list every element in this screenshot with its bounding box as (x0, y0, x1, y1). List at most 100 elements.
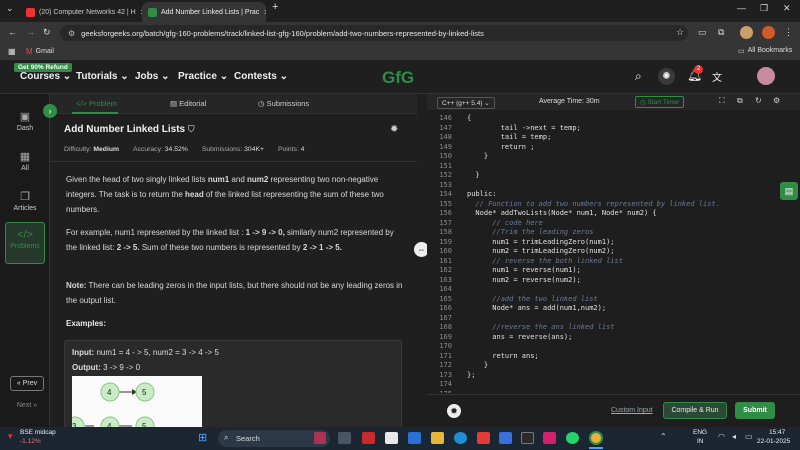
collapse-rail-icon[interactable]: › (43, 104, 57, 118)
bookmark-star-icon[interactable]: ☆ (676, 27, 684, 38)
bookmark-icon[interactable]: ⛉ (188, 124, 195, 134)
search-highlight-icon[interactable] (314, 432, 326, 444)
windows-start-icon[interactable]: ⊞ (198, 431, 207, 444)
code-line[interactable]: tail ->next = temp; (467, 124, 581, 132)
browser-tab-gfg[interactable]: Add Number Linked Lists | Prac ✕ (142, 2, 266, 22)
theme-toggle-icon[interactable]: ✺ (658, 68, 675, 85)
maximize-icon[interactable]: ❐ (760, 3, 768, 14)
code-comment-line[interactable]: //reverse the ans linked list (467, 323, 614, 331)
copy-code-icon[interactable]: ⧉ (737, 96, 743, 106)
files-app-icon[interactable] (385, 432, 398, 444)
mcafee-app-icon[interactable] (362, 432, 375, 444)
translate-icon[interactable]: 文 (712, 69, 722, 84)
rail-item-problems[interactable]: </> Problems (5, 222, 45, 264)
code-comment-line[interactable]: // reverse the both linked list (467, 257, 623, 265)
terminal-app-icon[interactable] (521, 432, 534, 444)
keyboard-language[interactable]: ENG (693, 429, 707, 436)
code-comment-line[interactable]: // code here (467, 219, 543, 227)
code-line[interactable]: num2 = trimLeadingZero(num2); (467, 247, 614, 255)
tab-problem[interactable]: </> Problem (76, 99, 117, 108)
back-icon[interactable]: ← (8, 27, 17, 37)
cast-icon[interactable]: ▭ (698, 27, 707, 38)
task-view-icon[interactable] (338, 432, 351, 444)
battery-icon[interactable]: ▭ (745, 432, 753, 441)
code-line[interactable]: return ; (467, 143, 535, 151)
code-line[interactable]: Node* addTwoLists(Node* num1, Node* num2… (467, 209, 656, 217)
submit-button[interactable]: Submit (735, 402, 775, 419)
tray-overflow-icon[interactable]: ⌃ (660, 432, 667, 441)
nav-practice[interactable]: Practice ⌄ (178, 71, 228, 82)
volume-icon[interactable]: ◂ (732, 432, 736, 441)
apps-grid-icon[interactable]: ▦ (8, 47, 16, 56)
forward-icon[interactable]: → (26, 27, 35, 37)
fullscreen-icon[interactable]: ⛶ (719, 96, 725, 106)
code-line[interactable]: } (467, 152, 488, 160)
code-area[interactable]: 146 {147 tail ->next = temp; 148 tail = te… (427, 110, 800, 393)
new-tab-button[interactable]: + (272, 1, 278, 13)
code-line[interactable]: num1 = reverse(num1); (467, 266, 581, 274)
word-app-icon[interactable] (499, 432, 512, 444)
theme-bulb-icon[interactable]: ✹ (447, 404, 461, 418)
settings-icon[interactable]: ⚙ (773, 96, 780, 105)
next-button[interactable]: Next » (10, 399, 44, 414)
code-line[interactable]: tail = temp; (467, 133, 552, 141)
custom-input-link[interactable]: Custom Input (611, 407, 653, 414)
code-line[interactable]: num1 = trimLeadingZero(num1); (467, 238, 614, 246)
browser-tab-youtube[interactable]: (20) Computer Networks 42 | H ✕ (20, 2, 142, 22)
code-comment-line[interactable]: // Function to add two numbers represent… (467, 200, 719, 208)
reload-icon[interactable]: ↻ (43, 27, 51, 38)
chrome-app-icon[interactable] (589, 431, 603, 445)
user-avatar[interactable] (757, 67, 775, 85)
close-tab-icon[interactable]: ✕ (263, 8, 266, 17)
mail-app-icon[interactable] (408, 432, 421, 444)
code-comment-line[interactable]: //Trim the leading zeros (467, 228, 593, 236)
nav-courses[interactable]: Courses ⌄ (20, 71, 71, 82)
chrome-menu-icon[interactable]: ⋮ (784, 27, 793, 38)
code-line[interactable]: public: (467, 190, 497, 198)
code-line[interactable]: ans = reverse(ans); (467, 333, 572, 341)
nav-tutorials[interactable]: Tutorials ⌄ (76, 71, 129, 82)
chat-feedback-icon[interactable]: ▤ (780, 182, 798, 200)
prev-button[interactable]: « Prev (10, 376, 44, 391)
report-bug-icon[interactable]: ✹ (390, 124, 398, 135)
all-bookmarks-button[interactable]: ▭ All Bookmarks (738, 47, 792, 55)
code-line[interactable]: }; (467, 371, 475, 379)
extension-avatar-icon[interactable] (740, 26, 753, 39)
rail-item-articles[interactable]: ❐ Articles (5, 190, 45, 212)
whatsapp-app-icon[interactable] (566, 432, 579, 444)
code-line[interactable]: return ans; (467, 352, 538, 360)
code-line[interactable]: } (467, 361, 488, 369)
stock-widget-icon[interactable]: ▾ (8, 431, 13, 442)
search-icon[interactable]: ⌕ (635, 69, 642, 84)
clock-time[interactable]: 15:47 (769, 429, 785, 436)
gfg-logo[interactable]: GfG (382, 68, 418, 86)
tab-submissions[interactable]: ◷ Submissions (258, 99, 309, 108)
reset-code-icon[interactable]: ↻ (755, 96, 762, 105)
code-line[interactable]: } (467, 171, 479, 179)
compile-run-button[interactable]: Compile & Run (663, 402, 727, 419)
stock-name[interactable]: BSE midcap (20, 429, 56, 436)
wifi-icon[interactable]: ◠ (718, 432, 725, 441)
tab-search-icon[interactable]: ⌄ (6, 3, 14, 14)
site-info-icon[interactable]: ⚙ (68, 29, 75, 38)
file-explorer-icon[interactable] (431, 432, 444, 444)
close-window-icon[interactable]: ✕ (783, 3, 791, 14)
nav-contests[interactable]: Contests ⌄ (234, 71, 288, 82)
rail-item-all[interactable]: ▦ All (5, 150, 45, 172)
pane-divider[interactable]: ⇔ (414, 94, 429, 427)
code-line[interactable]: num2 = reverse(num2); (467, 276, 581, 284)
edge-browser-icon[interactable] (454, 432, 467, 444)
tab-editorial[interactable]: ▤ Editorial (170, 99, 206, 108)
start-timer-button[interactable]: ◷ Start Timer (635, 96, 685, 108)
rail-item-dash[interactable]: ▣ Dash (5, 110, 45, 132)
code-line[interactable]: Node* ans = add(num1,num2); (467, 304, 606, 312)
language-select[interactable]: C++ (g++ 5.4) ⌄ (437, 97, 495, 109)
extensions-icon[interactable]: ⧉ (718, 27, 724, 38)
gmail-bookmark[interactable]: M Gmail (26, 47, 54, 56)
youtube-app-icon[interactable] (477, 432, 490, 444)
code-comment-line[interactable]: //add the two linked list (467, 295, 597, 303)
code-line[interactable]: { (467, 114, 471, 122)
ide-app-icon[interactable] (543, 432, 556, 444)
profile-avatar[interactable] (762, 26, 775, 39)
address-bar[interactable]: ⚙ geeksforgeeks.org/batch/gfg-160-proble… (60, 25, 688, 41)
